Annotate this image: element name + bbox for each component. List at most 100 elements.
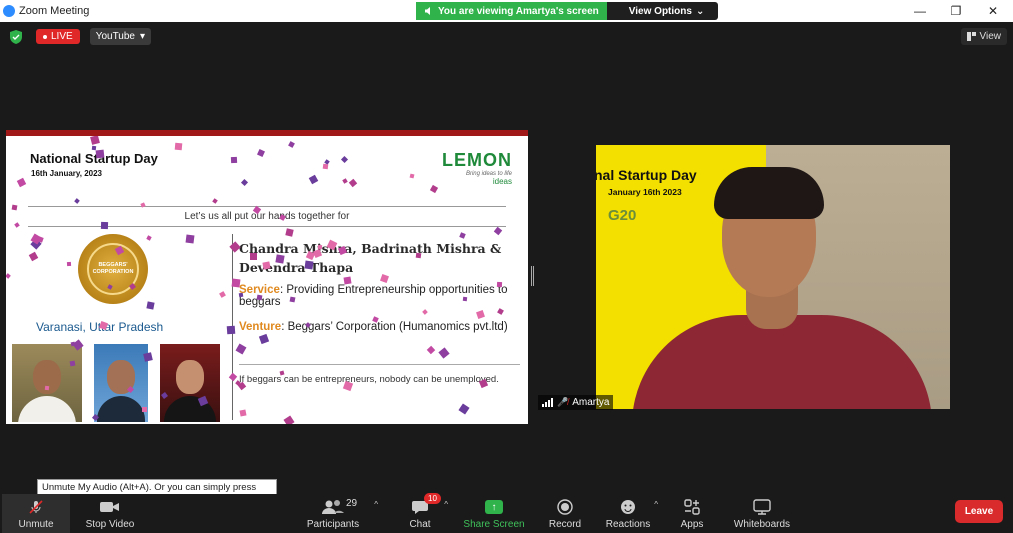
- confetti-piece: [258, 333, 270, 345]
- confetti-piece: [228, 372, 238, 382]
- encryption-shield-icon[interactable]: [10, 29, 22, 44]
- reactions-caret-icon[interactable]: ^: [654, 500, 658, 509]
- lemon-ideas-text: ideas: [492, 177, 512, 186]
- confetti-piece: [238, 292, 244, 298]
- confetti-piece: [342, 178, 348, 184]
- confetti-piece: [174, 142, 183, 151]
- confetti-piece: [28, 251, 39, 262]
- confetti-piece: [95, 149, 105, 159]
- confetti-piece: [497, 308, 504, 315]
- confetti-piece: [16, 177, 27, 188]
- view-options-label: View Options: [628, 5, 692, 17]
- reactions-button[interactable]: ^ Reactions: [604, 494, 658, 533]
- founder-photo-1: [12, 344, 82, 422]
- mic-muted-icon: 🎤̸: [557, 397, 569, 407]
- slide-divider: [28, 226, 506, 227]
- viewing-text: You are viewing Amartya's screen: [438, 5, 599, 17]
- record-label: Record: [548, 519, 582, 530]
- confetti-piece: [143, 352, 153, 362]
- screen-share-banner: You are viewing Amartya's screen View Op…: [416, 2, 719, 20]
- chat-caret-icon[interactable]: ^: [444, 500, 448, 509]
- confetti-piece: [235, 343, 247, 355]
- restore-icon: ❐: [950, 4, 962, 18]
- confetti-piece: [462, 296, 468, 302]
- view-options-button[interactable]: View Options ⌄: [606, 2, 719, 20]
- confetti-piece: [212, 198, 218, 204]
- participants-button[interactable]: 29 ^ Participants: [302, 494, 378, 533]
- record-icon: [557, 498, 573, 516]
- unmute-label: Unmute: [18, 519, 54, 530]
- reactions-label: Reactions: [605, 519, 651, 530]
- minimize-button[interactable]: —: [902, 0, 938, 22]
- slide-divider: [28, 206, 506, 207]
- stop-video-button[interactable]: Stop Video: [80, 494, 140, 533]
- window-title: Zoom Meeting: [19, 5, 90, 17]
- confetti-piece: [262, 261, 271, 270]
- participants-icon: [322, 498, 344, 516]
- confetti-piece: [285, 228, 294, 237]
- confetti-piece: [340, 155, 349, 164]
- venture-label: Venture: [239, 321, 282, 333]
- whiteboards-button[interactable]: Whiteboards: [730, 494, 794, 533]
- panel-resize-handle[interactable]: [531, 266, 534, 286]
- share-screen-button[interactable]: ↑ Share Screen: [463, 494, 525, 533]
- slide-title: National Startup Day: [30, 151, 158, 166]
- chat-button[interactable]: 10 ^ Chat: [402, 493, 448, 533]
- founder-photo-2: [94, 344, 148, 422]
- confetti-piece: [493, 226, 503, 236]
- shared-screen-slide: National Startup Day 16th January, 2023 …: [6, 130, 528, 424]
- confetti-piece: [317, 244, 323, 250]
- confetti-piece: [66, 261, 72, 267]
- whiteboard-icon: [753, 498, 771, 516]
- viewing-indicator: You are viewing Amartya's screen: [416, 2, 607, 20]
- confetti-piece: [91, 145, 97, 151]
- service-text: : Providing Entrepreneurship opportuniti…: [239, 284, 508, 308]
- participants-caret-icon[interactable]: ^: [374, 500, 378, 509]
- close-button[interactable]: ✕: [975, 0, 1011, 22]
- leave-button[interactable]: Leave: [955, 500, 1003, 523]
- confetti-piece: [231, 278, 241, 288]
- caret-down-icon: ▾: [139, 31, 146, 42]
- confetti-piece: [239, 409, 247, 417]
- live-badge[interactable]: LIVE: [36, 29, 80, 44]
- view-layout-icon: [966, 32, 976, 41]
- confetti-piece: [458, 403, 470, 415]
- service-line: Service: Providing Entrepreneurship oppo…: [239, 284, 519, 308]
- share-screen-icon: ↑: [485, 500, 503, 514]
- participants-label: Participants: [306, 519, 360, 530]
- unmute-button[interactable]: Unmute: [2, 494, 70, 533]
- confetti-piece: [219, 291, 226, 298]
- confetti-piece: [44, 385, 50, 391]
- confetti-piece: [226, 325, 236, 335]
- confetti-piece: [409, 173, 415, 179]
- chat-unread-badge: 10: [424, 493, 441, 504]
- live-label: LIVE: [51, 31, 73, 42]
- confetti-piece: [11, 204, 18, 211]
- chat-label: Chat: [409, 519, 431, 530]
- view-button[interactable]: View: [960, 28, 1007, 45]
- share-screen-icon-wrap: ↑: [485, 498, 503, 516]
- confetti-piece: [308, 174, 319, 185]
- confetti-piece: [438, 347, 450, 359]
- restore-button[interactable]: ❐: [938, 0, 974, 22]
- view-label: View: [979, 31, 1002, 42]
- apps-icon: [684, 498, 700, 516]
- share-screen-label: Share Screen: [463, 519, 525, 530]
- confetti-piece: [142, 407, 147, 412]
- record-button[interactable]: Record: [545, 494, 585, 533]
- confetti-piece: [74, 198, 80, 204]
- mic-off-icon: [28, 498, 44, 516]
- participant-video-tile[interactable]: nal Startup Day January 16th 2023 G20: [596, 145, 950, 409]
- confetti-piece: [422, 309, 428, 315]
- confetti-piece: [240, 178, 249, 187]
- live-platform-dropdown[interactable]: YouTube ▾: [89, 28, 152, 45]
- slide-subtitle: Let’s us all put our hands together for: [184, 211, 350, 222]
- confetti-piece: [100, 221, 109, 230]
- apps-label: Apps: [680, 519, 704, 530]
- apps-button[interactable]: Apps: [677, 494, 707, 533]
- confetti-piece: [256, 294, 263, 301]
- venture-line: Venture: Beggars’ Corporation (Humanomic…: [239, 321, 519, 333]
- confetti-piece: [14, 222, 20, 228]
- signal-strength-icon: [542, 398, 553, 407]
- video-backdrop-title: nal Startup Day: [596, 167, 697, 183]
